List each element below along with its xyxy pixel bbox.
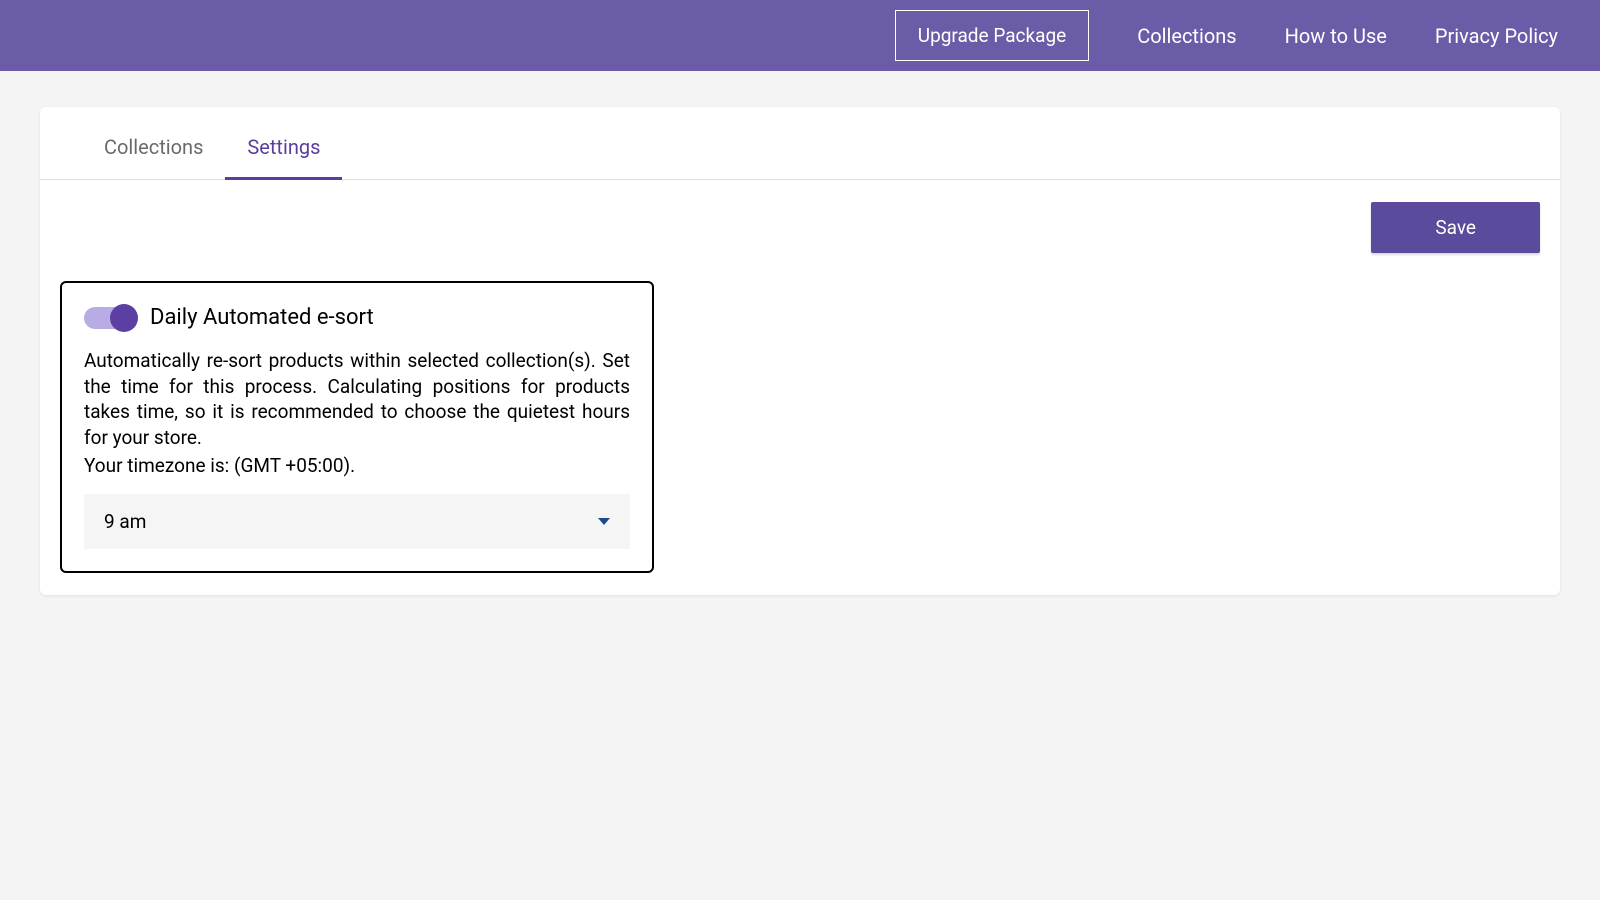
- nav-how-to-use[interactable]: How to Use: [1285, 24, 1387, 48]
- timezone-line: Your timezone is: (GMT +05:00).: [84, 453, 630, 479]
- tabs: Collections Settings: [40, 107, 1560, 180]
- tab-collections[interactable]: Collections: [82, 107, 225, 179]
- upgrade-package-button[interactable]: Upgrade Package: [895, 10, 1089, 61]
- action-row: Save: [40, 180, 1560, 253]
- nav-collections[interactable]: Collections: [1137, 24, 1236, 48]
- esort-description: Automatically re-sort products within se…: [84, 348, 630, 451]
- time-dropdown[interactable]: 9 am: [84, 494, 630, 549]
- tab-settings[interactable]: Settings: [225, 107, 342, 179]
- content-card: Collections Settings Save Daily Automate…: [40, 107, 1560, 595]
- save-button[interactable]: Save: [1371, 202, 1540, 253]
- toggle-knob: [110, 304, 138, 332]
- nav-privacy-policy[interactable]: Privacy Policy: [1435, 24, 1558, 48]
- time-dropdown-value: 9 am: [104, 510, 146, 533]
- toggle-row: Daily Automated e-sort: [84, 305, 630, 330]
- esort-toggle-label: Daily Automated e-sort: [150, 305, 374, 330]
- esort-toggle[interactable]: [84, 307, 136, 329]
- chevron-down-icon: [598, 518, 610, 525]
- settings-box: Daily Automated e-sort Automatically re-…: [60, 281, 654, 573]
- header: Upgrade Package Collections How to Use P…: [0, 0, 1600, 71]
